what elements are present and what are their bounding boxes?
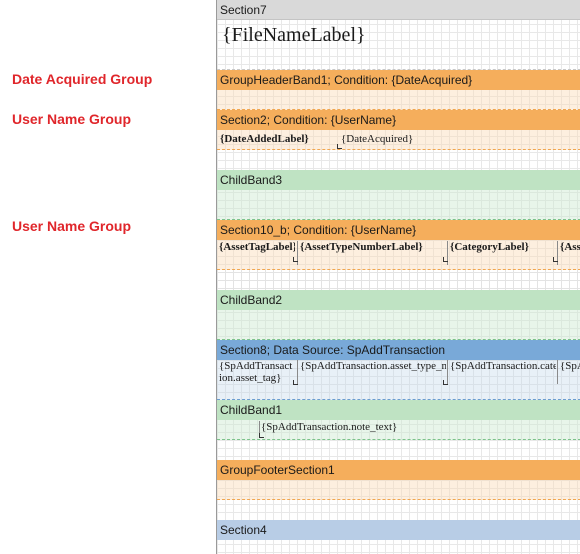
band-section2[interactable]: Section2; Condition: {UserName}	[217, 110, 580, 130]
field-corner-marker	[337, 144, 342, 149]
band-section8[interactable]: Section8; Data Source: SpAddTransaction	[217, 340, 580, 360]
field-corner-marker	[259, 433, 264, 438]
band-child-band1-body[interactable]: {SpAddTransaction.note_text}	[217, 420, 580, 440]
report-design-surface[interactable]: Section7 {FileNameLabel} GroupHeaderBand…	[216, 0, 580, 554]
band-child-band1-spacer	[217, 440, 580, 460]
field-corner-marker	[293, 257, 298, 262]
band-child-band2-body[interactable]	[217, 310, 580, 340]
annotation-user-name-group: User Name Group	[12, 111, 132, 127]
band-group-footer-spacer	[217, 500, 580, 520]
sp-category-field[interactable]: {SpAddTransaction.category}	[447, 360, 556, 384]
sp-asset-type-number-field[interactable]: {SpAddTransaction.asset_type_number}	[297, 360, 446, 384]
band-child-band2[interactable]: ChildBand2	[217, 290, 580, 310]
asset-type-number-label-field[interactable]: {AssetTypeNumberLabel}	[297, 241, 446, 265]
date-acquired-field[interactable]: {DateAcquired}	[341, 133, 413, 146]
band-group-header-band1[interactable]: GroupHeaderBand1; Condition: {DateAcquir…	[217, 70, 580, 90]
band-section2-spacer	[217, 150, 580, 170]
asset-partial-label-field[interactable]: {AssetLabel}	[557, 241, 580, 265]
band-child-band3[interactable]: ChildBand3	[217, 170, 580, 190]
band-child-band3-body[interactable]	[217, 190, 580, 220]
category-label-field[interactable]: {CategoryLabel}	[447, 241, 556, 265]
annotation-date-acquired-group: Date Acquired Group	[12, 71, 153, 87]
field-corner-marker	[553, 257, 558, 262]
field-corner-marker	[443, 257, 448, 262]
file-name-label-field[interactable]: {FileNameLabel}	[222, 23, 366, 47]
band-section7[interactable]: Section7	[217, 0, 580, 20]
band-group-footer-section1-body[interactable]	[217, 480, 580, 500]
band-section2-body[interactable]: {DateAddedLabel} {DateAcquired}	[217, 130, 580, 150]
sp-asset-tag-field[interactable]: {SpAddTransaction.asset_tag}	[219, 360, 295, 384]
field-corner-marker	[443, 380, 448, 385]
band-group-footer-section1[interactable]: GroupFooterSection1	[217, 460, 580, 480]
band-section4[interactable]: Section4	[217, 520, 580, 540]
band-section8-body[interactable]: {SpAddTransaction.asset_tag} {SpAddTrans…	[217, 360, 580, 400]
field-corner-marker	[293, 380, 298, 385]
sp-note-text-field[interactable]: {SpAddTransaction.note_text}	[259, 421, 397, 434]
band-section4-body[interactable]	[217, 540, 580, 554]
annotation-user-name-group-2: User Name Group	[12, 218, 132, 234]
band-section7-body[interactable]: {FileNameLabel}	[217, 20, 580, 70]
band-child-band1[interactable]: ChildBand1	[217, 400, 580, 420]
sp-asset-field[interactable]: {SpAddTransaction.asset}	[557, 360, 580, 384]
band-section10b[interactable]: Section10_b; Condition: {UserName}	[217, 220, 580, 240]
date-added-label-field[interactable]: {DateAddedLabel}	[220, 133, 309, 146]
asset-tag-label-field[interactable]: {AssetTagLabel}	[219, 241, 295, 265]
band-section10b-body[interactable]: {AssetTagLabel} {AssetTypeNumberLabel} {…	[217, 240, 580, 270]
band-group-header-band1-body[interactable]	[217, 90, 580, 110]
